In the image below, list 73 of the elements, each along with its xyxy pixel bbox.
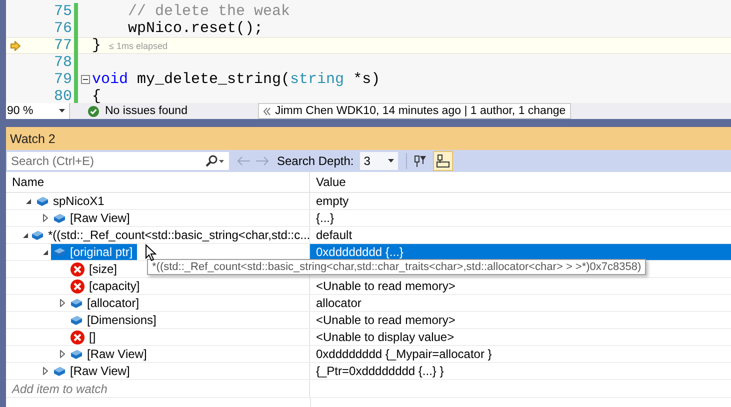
object-icon bbox=[70, 314, 83, 326]
collapsed-arrow-icon[interactable] bbox=[42, 214, 48, 222]
code-line: void my_delete_string(string *s) bbox=[92, 71, 380, 88]
pin-text-button[interactable] bbox=[432, 151, 453, 171]
chevron-left-icon bbox=[263, 106, 271, 116]
pin-text-icon bbox=[436, 154, 450, 168]
check-icon bbox=[88, 106, 99, 116]
expanded-arrow-icon[interactable] bbox=[24, 198, 32, 204]
watch-item-name[interactable]: *((std::_Ref_count<std::basic_string<char,std::c... bbox=[29, 227, 314, 243]
issues-status: No issues found bbox=[105, 105, 188, 117]
watch-item-name[interactable]: [] bbox=[68, 329, 100, 345]
watch-item-value: <Unable to read memory> bbox=[315, 278, 456, 294]
watch-item-value: <Unable to read memory> bbox=[315, 312, 456, 328]
watch-item-value: allocator bbox=[315, 295, 362, 311]
column-header[interactable]: Name bbox=[6, 172, 310, 192]
code-line: // delete the weak bbox=[127, 3, 290, 20]
current-line-arrow-icon bbox=[10, 40, 20, 50]
pin-filter-icon bbox=[412, 154, 427, 168]
watch-item-name[interactable]: [capacity] bbox=[68, 278, 144, 294]
collapsed-arrow-icon[interactable] bbox=[60, 299, 64, 307]
line-number: 80 bbox=[52, 88, 72, 103]
mouse-cursor-icon bbox=[145, 244, 157, 262]
watch-item-value: {_Ptr=0xdddddddd {...} } bbox=[315, 363, 445, 379]
watch-item-name[interactable]: [Raw View] bbox=[51, 210, 134, 226]
collapsed-arrow-icon[interactable] bbox=[42, 367, 48, 375]
search-icon[interactable] bbox=[205, 155, 225, 167]
object-icon bbox=[53, 212, 66, 224]
object-icon bbox=[53, 246, 66, 258]
line-number: 79 bbox=[52, 71, 72, 88]
watch-item-name[interactable]: [allocator] bbox=[68, 295, 144, 311]
error-icon bbox=[70, 262, 85, 276]
line-number: 76 bbox=[52, 20, 72, 37]
watch-item-name[interactable]: [size] bbox=[68, 261, 122, 277]
code-line: } bbox=[92, 37, 102, 54]
line-number: 78 bbox=[52, 54, 72, 71]
watch-item-name[interactable]: [original ptr] bbox=[51, 244, 137, 260]
search-field[interactable]: Search (Ctrl+E) bbox=[7, 152, 229, 170]
dropdown-arrow-icon bbox=[59, 109, 65, 113]
value-tooltip: *((std::_Ref_count<std::basic_string<char,std::char_traits<char>,std::allocator<char> > >*)0x7c8358) bbox=[147, 259, 646, 275]
git-info[interactable]: Jimm Chen WDK10, 14 minutes ago | 1 author, 1 change bbox=[258, 103, 571, 119]
watch-item-value: {...} bbox=[315, 210, 336, 226]
add-watch-field[interactable]: Add item to watch bbox=[6, 380, 310, 397]
collapsed-arrow-icon[interactable] bbox=[60, 350, 64, 358]
watch-item-value: 0xdddddddd {...} bbox=[310, 244, 731, 260]
error-icon bbox=[70, 330, 85, 344]
elapsed-hint: ≤ 1ms elapsed bbox=[109, 40, 168, 50]
line-number: 75 bbox=[52, 3, 72, 20]
watch-item-name[interactable]: [Dimensions] bbox=[68, 312, 160, 328]
expanded-arrow-icon[interactable] bbox=[42, 248, 48, 256]
object-icon bbox=[36, 196, 49, 206]
watch-item-name[interactable]: spNicoX1 bbox=[34, 193, 108, 209]
search-depth-label: Search Depth: bbox=[277, 154, 354, 168]
expanded-arrow-icon[interactable] bbox=[22, 232, 29, 238]
watch-item-name[interactable]: [Raw View] bbox=[51, 363, 134, 379]
watch-item-name[interactable]: [Raw View] bbox=[68, 346, 151, 362]
column-header[interactable]: Value bbox=[310, 172, 731, 192]
watch-item-value: 0xdddddddd {_Mypair=allocator } bbox=[315, 346, 493, 362]
zoom-dropdown[interactable]: 90 % bbox=[6, 103, 70, 119]
object-icon bbox=[31, 230, 44, 240]
object-icon bbox=[53, 366, 66, 376]
search-depth-dropdown[interactable]: 3 bbox=[360, 152, 398, 170]
object-icon bbox=[70, 348, 83, 360]
object-icon bbox=[70, 298, 83, 308]
collapse-icon[interactable] bbox=[80, 75, 90, 84]
dropdown-arrow-icon bbox=[388, 159, 394, 163]
line-number: 77 bbox=[52, 37, 72, 54]
code-line: wpNico.reset(); bbox=[127, 20, 264, 37]
watch-item-value: empty bbox=[315, 193, 350, 209]
watch-item-value: <Unable to display value> bbox=[315, 329, 456, 345]
code-line: { bbox=[92, 88, 102, 103]
panel-title: Watch 2 bbox=[6, 127, 731, 150]
watch-item-value: default bbox=[315, 227, 354, 243]
error-icon bbox=[70, 278, 85, 294]
